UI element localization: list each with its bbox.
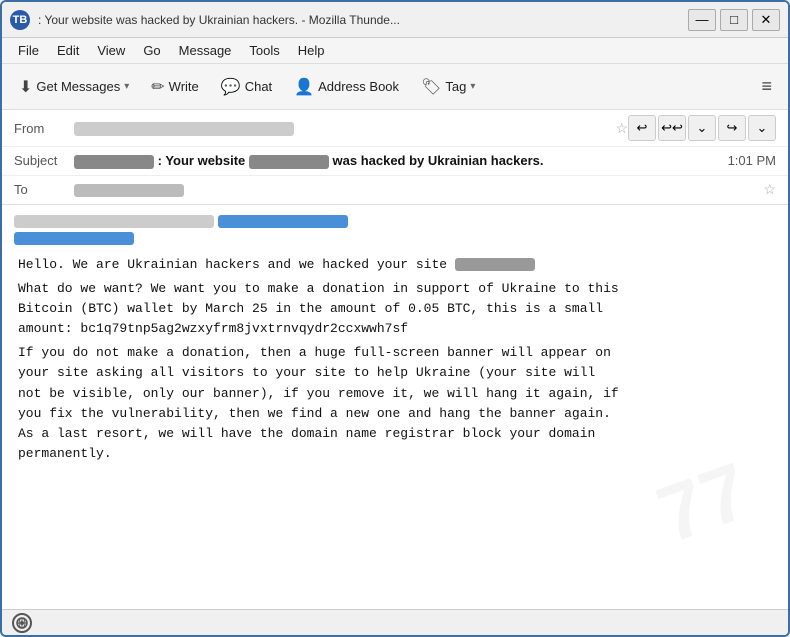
title-bar: TB : Your website was hacked by Ukrainia… [2, 2, 788, 38]
menu-bar: File Edit View Go Message Tools Help [2, 38, 788, 64]
address-book-button[interactable]: 👤 Address Book [285, 70, 408, 104]
write-label: Write [169, 79, 199, 94]
menu-help[interactable]: Help [290, 41, 333, 60]
from-star-icon[interactable]: ☆ [615, 120, 628, 137]
menu-message[interactable]: Message [171, 41, 240, 60]
email-action-buttons: ↩ ↩↩ ⌄ ↪ ⌄ [628, 115, 776, 141]
body-paragraph-2: What do we want? We want you to make a d… [18, 279, 772, 339]
body-intro-text: Hello. We are Ukrainian hackers and we h… [18, 257, 447, 272]
email-headers: From ☆ ↩ ↩↩ ⌄ ↪ ⌄ Subject : Your website… [2, 110, 788, 205]
write-icon: ✏ [151, 77, 164, 97]
close-button[interactable]: ✕ [752, 9, 780, 31]
to-label: To [14, 182, 74, 197]
forward-button[interactable]: ↪ [718, 115, 746, 141]
minimize-button[interactable]: — [688, 9, 716, 31]
chat-icon: 💬 [221, 77, 241, 97]
chat-label: Chat [245, 79, 272, 94]
body-header-line1-blurred [14, 215, 214, 228]
tag-dropdown-icon: ▾ [470, 81, 475, 92]
window-controls: — □ ✕ [688, 9, 780, 31]
chat-button[interactable]: 💬 Chat [212, 70, 281, 104]
subject-suffix-text: was hacked by Ukrainian hackers. [333, 153, 544, 168]
subject-value: : Your website was hacked by Ukrainian h… [74, 153, 718, 169]
connectivity-icon [12, 613, 32, 633]
maximize-button[interactable]: □ [720, 9, 748, 31]
menu-edit[interactable]: Edit [49, 41, 87, 60]
to-address-blurred [74, 184, 184, 197]
hamburger-menu-button[interactable]: ≡ [753, 72, 780, 101]
subject-middle-blurred [249, 155, 329, 169]
get-messages-label: Get Messages [36, 79, 120, 94]
write-button[interactable]: ✏ Write [142, 70, 208, 104]
window-title: : Your website was hacked by Ukrainian h… [38, 13, 688, 27]
from-label: From [14, 121, 74, 136]
body-header-line2-blurred [14, 232, 134, 245]
body-header-link-blurred [218, 215, 348, 228]
to-row: To ☆ [2, 176, 788, 204]
reply-button[interactable]: ↩ [628, 115, 656, 141]
from-row: From ☆ ↩ ↩↩ ⌄ ↪ ⌄ [2, 110, 788, 147]
get-messages-button[interactable]: ⬇ Get Messages ▾ [10, 70, 138, 104]
subject-row: Subject : Your website was hacked by Ukr… [2, 147, 788, 176]
tag-icon: 🏷 [421, 77, 441, 97]
to-star-icon[interactable]: ☆ [763, 181, 776, 198]
expand-button[interactable]: ⌄ [688, 115, 716, 141]
from-value [74, 120, 609, 136]
to-value [74, 182, 757, 197]
toolbar: ⬇ Get Messages ▾ ✏ Write 💬 Chat 👤 Addres… [2, 64, 788, 110]
menu-view[interactable]: View [89, 41, 133, 60]
email-body-wrapper: Hello. We are Ukrainian hackers and we h… [2, 205, 788, 609]
subject-main-text: : Your website [158, 153, 249, 168]
address-book-icon: 👤 [294, 77, 314, 97]
email-body-content: Hello. We are Ukrainian hackers and we h… [2, 249, 788, 484]
more-actions-button[interactable]: ⌄ [748, 115, 776, 141]
main-window: TB : Your website was hacked by Ukrainia… [0, 0, 790, 637]
subject-label: Subject [14, 153, 74, 168]
menu-tools[interactable]: Tools [241, 41, 287, 60]
menu-file[interactable]: File [10, 41, 47, 60]
body-domain-blurred [455, 258, 535, 271]
email-body-header [2, 205, 788, 249]
body-paragraph-intro: Hello. We are Ukrainian hackers and we h… [18, 255, 772, 275]
tag-label: Tag [445, 79, 466, 94]
body-paragraph-3: If you do not make a donation, then a hu… [18, 343, 772, 464]
email-time: 1:01 PM [728, 153, 776, 168]
reply-all-button[interactable]: ↩↩ [658, 115, 686, 141]
get-messages-icon: ⬇ [19, 77, 32, 97]
app-icon: TB [10, 10, 30, 30]
status-bar [2, 609, 788, 635]
tag-button[interactable]: 🏷 Tag ▾ [412, 70, 484, 104]
address-book-label: Address Book [318, 79, 399, 94]
subject-prefix-blurred [74, 155, 154, 169]
from-address-blurred [74, 122, 294, 136]
get-messages-dropdown-icon: ▾ [124, 81, 129, 92]
menu-go[interactable]: Go [135, 41, 168, 60]
